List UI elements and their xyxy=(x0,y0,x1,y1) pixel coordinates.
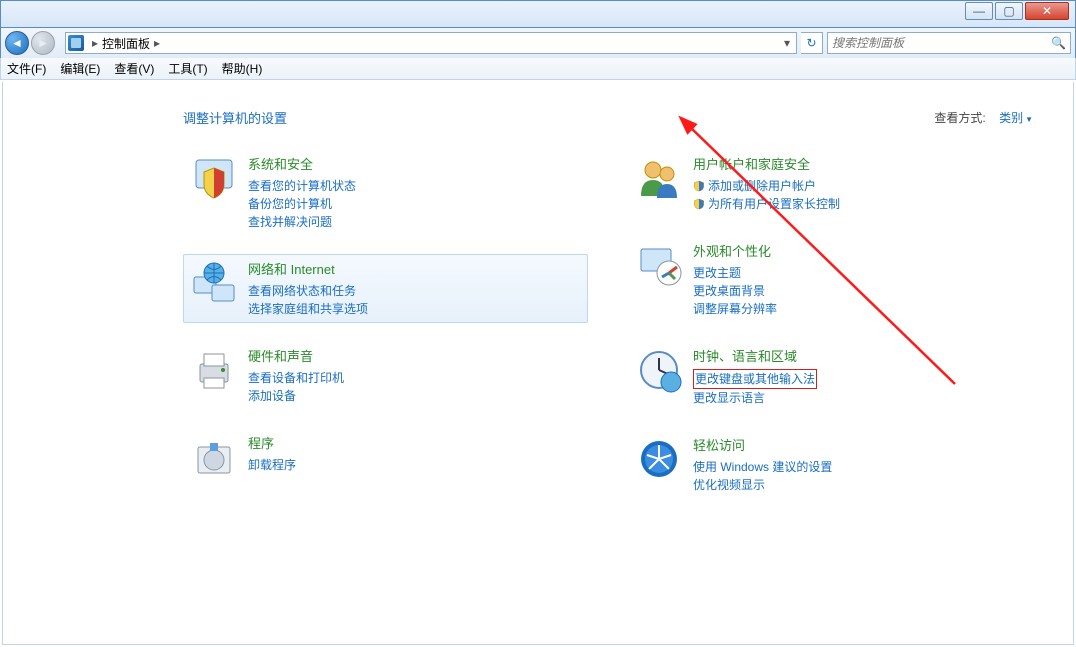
search-box[interactable]: 🔍 xyxy=(827,32,1071,54)
globe-net-icon xyxy=(190,259,238,307)
category-link[interactable]: 添加设备 xyxy=(248,387,581,405)
minimize-icon: — xyxy=(973,4,985,18)
menu-bar: 文件(F) 编辑(E) 查看(V) 工具(T) 帮助(H) xyxy=(0,58,1076,80)
category-link[interactable]: 查看设备和打印机 xyxy=(248,369,581,387)
category-title[interactable]: 硬件和声音 xyxy=(248,346,581,365)
category-link[interactable]: 更改主题 xyxy=(693,264,1026,282)
back-button[interactable]: ◄ xyxy=(5,31,29,55)
view-by-label: 查看方式: xyxy=(934,111,985,125)
control-panel-icon xyxy=(68,35,84,51)
navigation-bar: ◄ ► ▸ 控制面板 ▸ ▾ ↻ 🔍 xyxy=(0,28,1076,58)
window-titlebar: — ▢ ✕ xyxy=(0,0,1076,28)
category-title[interactable]: 用户帐户和家庭安全 xyxy=(693,154,1026,173)
category-column-right: 用户帐户和家庭安全添加或删除用户帐户为所有用户设置家长控制外观和个性化更改主题更… xyxy=(628,149,1033,517)
view-by-dropdown[interactable]: 类别▼ xyxy=(999,111,1033,125)
category-link[interactable]: 卸载程序 xyxy=(248,456,581,474)
category-link[interactable]: 添加或删除用户帐户 xyxy=(693,177,1026,195)
category-link[interactable]: 优化视频显示 xyxy=(693,476,1026,494)
breadcrumb-sep-icon: ▸ xyxy=(92,36,98,50)
category-column-left: 系统和安全查看您的计算机状态备份您的计算机查找并解决问题网络和 Internet… xyxy=(183,149,588,517)
category-globe-net: 网络和 Internet 查看网络状态和任务选择家庭组和共享选项 xyxy=(183,254,588,323)
ease-icon xyxy=(635,435,683,483)
refresh-icon: ↻ xyxy=(806,36,816,50)
category-clock: 时钟、语言和区域更改键盘或其他输入法更改显示语言 xyxy=(628,341,1033,412)
box-icon xyxy=(190,433,238,481)
menu-help[interactable]: 帮助(H) xyxy=(222,60,263,77)
forward-button[interactable]: ► xyxy=(31,31,55,55)
category-link[interactable]: 使用 Windows 建议的设置 xyxy=(693,458,1026,476)
menu-edit[interactable]: 编辑(E) xyxy=(60,60,100,77)
close-button[interactable]: ✕ xyxy=(1025,2,1069,20)
shield-monitor-icon xyxy=(190,154,238,202)
address-dropdown-icon[interactable]: ▾ xyxy=(780,36,794,50)
menu-view[interactable]: 查看(V) xyxy=(114,60,154,77)
category-title[interactable]: 系统和安全 xyxy=(248,154,581,173)
users-icon xyxy=(635,154,683,202)
category-link[interactable]: 备份您的计算机 xyxy=(248,195,581,213)
view-by: 查看方式: 类别▼ xyxy=(934,109,1033,126)
search-icon[interactable]: 🔍 xyxy=(1051,36,1066,50)
page-title: 调整计算机的设置 xyxy=(183,108,287,127)
minimize-button[interactable]: — xyxy=(965,2,993,20)
category-users: 用户帐户和家庭安全添加或删除用户帐户为所有用户设置家长控制 xyxy=(628,149,1033,218)
search-input[interactable] xyxy=(832,36,1051,50)
category-link[interactable]: 查找并解决问题 xyxy=(248,213,581,231)
appearance-icon xyxy=(635,241,683,289)
menu-file[interactable]: 文件(F) xyxy=(7,60,46,77)
category-link[interactable]: 更改显示语言 xyxy=(693,389,1026,407)
maximize-button[interactable]: ▢ xyxy=(995,2,1023,20)
category-title[interactable]: 轻松访问 xyxy=(693,435,1026,454)
category-link[interactable]: 查看网络状态和任务 xyxy=(248,282,581,300)
category-link[interactable]: 为所有用户设置家长控制 xyxy=(693,195,1026,213)
category-box: 程序卸载程序 xyxy=(183,428,588,486)
refresh-button[interactable]: ↻ xyxy=(801,32,823,54)
maximize-icon: ▢ xyxy=(1003,4,1014,18)
category-title[interactable]: 外观和个性化 xyxy=(693,241,1026,260)
history-buttons: ◄ ► xyxy=(5,30,61,56)
category-title[interactable]: 时钟、语言和区域 xyxy=(693,346,1026,365)
content-area: 调整计算机的设置 查看方式: 类别▼ 系统和安全查看您的计算机状态备份您的计算机… xyxy=(2,82,1074,645)
uac-shield-icon xyxy=(693,180,705,192)
category-shield-monitor: 系统和安全查看您的计算机状态备份您的计算机查找并解决问题 xyxy=(183,149,588,236)
category-printer: 硬件和声音查看设备和打印机添加设备 xyxy=(183,341,588,410)
category-appearance: 外观和个性化更改主题更改桌面背景调整屏幕分辨率 xyxy=(628,236,1033,323)
category-ease: 轻松访问使用 Windows 建议的设置优化视频显示 xyxy=(628,430,1033,499)
category-title[interactable]: 网络和 Internet xyxy=(248,259,581,278)
category-title[interactable]: 程序 xyxy=(248,433,581,452)
category-link[interactable]: 更改桌面背景 xyxy=(693,282,1026,300)
category-link[interactable]: 选择家庭组和共享选项 xyxy=(248,300,581,318)
breadcrumb-sep-icon: ▸ xyxy=(154,36,160,50)
clock-icon xyxy=(635,346,683,394)
menu-tools[interactable]: 工具(T) xyxy=(168,60,207,77)
breadcrumb-root[interactable]: 控制面板 xyxy=(102,35,150,52)
address-bar[interactable]: ▸ 控制面板 ▸ ▾ xyxy=(65,32,797,54)
category-link[interactable]: 更改键盘或其他输入法 xyxy=(693,369,1026,389)
category-link[interactable]: 调整屏幕分辨率 xyxy=(693,300,1026,318)
uac-shield-icon xyxy=(693,198,705,210)
printer-icon xyxy=(190,346,238,394)
category-link[interactable]: 查看您的计算机状态 xyxy=(248,177,581,195)
close-icon: ✕ xyxy=(1042,4,1052,18)
